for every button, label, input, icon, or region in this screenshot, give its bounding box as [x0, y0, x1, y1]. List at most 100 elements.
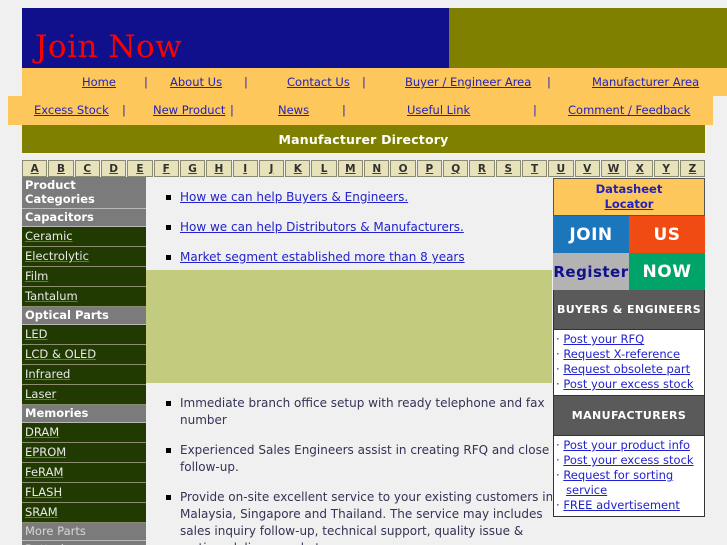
buyer-link[interactable]: · Request obsolete part	[556, 362, 702, 377]
alpha-index-k[interactable]: K	[285, 160, 311, 177]
category-item-ceramic[interactable]: Ceramic	[22, 227, 146, 247]
alpha-index-c[interactable]: C	[74, 160, 100, 177]
nav-link-home[interactable]: Home	[82, 75, 116, 89]
alpha-index-m[interactable]: M	[337, 160, 364, 177]
manufacturer-link-label: Post your product info	[563, 438, 690, 452]
category-group-memories: Memories	[22, 405, 146, 423]
category-item-label: LCD & OLED	[25, 347, 97, 361]
alpha-index-y[interactable]: Y	[653, 160, 679, 177]
alpha-index-a[interactable]: A	[22, 160, 48, 177]
manufacturer-link-label: FREE advertisement	[563, 498, 680, 512]
nav-link-new-product[interactable]: New Product	[153, 103, 225, 117]
intro-link[interactable]: How we can help Distributors & Manufactu…	[180, 220, 464, 234]
alpha-index-q[interactable]: Q	[443, 160, 469, 177]
buyers-engineers-header: BUYERS & ENGINEERS	[553, 290, 705, 329]
category-item-lcd-oled[interactable]: LCD & OLED	[22, 345, 146, 365]
alpha-index-b[interactable]: B	[48, 160, 74, 177]
alpha-index-v[interactable]: V	[574, 160, 600, 177]
now-badge[interactable]: NOW	[629, 253, 705, 290]
category-item-label: EPROM	[25, 445, 67, 459]
alphabet-index-bar: ABCDEFGHIJKLMNOPQRSTUVWXYZ	[22, 160, 706, 177]
join-us-badge-row: JOIN US	[553, 216, 705, 253]
datasheet-locator-button[interactable]: Datasheet Locator	[553, 178, 705, 216]
nav-link-about-us[interactable]: About Us	[170, 75, 222, 89]
alpha-index-z[interactable]: Z	[679, 160, 706, 177]
category-item-flash[interactable]: FLASH	[22, 483, 146, 503]
category-group-batteries[interactable]: Batteries	[22, 541, 146, 545]
alpha-index-w[interactable]: W	[600, 160, 627, 177]
nav-link-contact-us[interactable]: Contact Us	[287, 75, 350, 89]
alpha-index-j[interactable]: J	[258, 160, 285, 177]
nav-link-comment-feedback[interactable]: Comment / Feedback	[568, 103, 690, 117]
alpha-index-s[interactable]: S	[495, 160, 521, 177]
category-item-electrolytic[interactable]: Electrolytic	[22, 247, 146, 267]
secondary-nav-bar: Excess Stock | New Product | News | Usef…	[8, 96, 713, 125]
category-item-label: SRAM	[25, 505, 58, 519]
buyers-engineers-links: · Post your RFQ · Request X-reference · …	[553, 329, 705, 396]
alpha-index-l[interactable]: L	[311, 160, 337, 177]
category-item-eprom[interactable]: EPROM	[22, 443, 146, 463]
category-group-more-parts[interactable]: More Parts	[22, 523, 146, 541]
alpha-index-o[interactable]: O	[390, 160, 416, 177]
page-root: Join Now Home | About Us | Contact Us | …	[0, 0, 727, 545]
category-item-film[interactable]: Film	[22, 267, 146, 287]
page-title: Manufacturer Directory	[22, 125, 705, 153]
intro-link-list: How we can help Buyers & Engineers. How w…	[158, 189, 548, 279]
register-badge[interactable]: Register	[553, 253, 629, 290]
nav-separator: |	[122, 103, 126, 117]
main-content: How we can help Buyers & Engineers. How w…	[146, 177, 552, 545]
sidebar-title-line1: Product	[25, 178, 76, 192]
buyer-link-label: Request obsolete part	[563, 362, 691, 376]
right-sidebar: Datasheet Locator JOIN US Register NOW B…	[553, 178, 705, 517]
nav-link-buyer-engineer-area[interactable]: Buyer / Engineer Area	[405, 75, 531, 89]
alpha-index-n[interactable]: N	[364, 160, 390, 177]
category-item-laser[interactable]: Laser	[22, 385, 146, 405]
manufacturers-header: MANUFACTURERS	[553, 396, 705, 435]
category-item-dram[interactable]: DRAM	[22, 423, 146, 443]
intro-link[interactable]: Market segment established more than 8 y…	[180, 250, 465, 264]
alpha-index-t[interactable]: T	[521, 160, 548, 177]
nav-link-excess-stock[interactable]: Excess Stock	[34, 103, 109, 117]
category-item-label: Laser	[25, 387, 57, 401]
category-item-label: Infrared	[25, 367, 71, 381]
manufacturer-link-label: Post your excess stock	[563, 453, 694, 467]
list-item: Experienced Sales Engineers assist in cr…	[158, 442, 552, 476]
product-categories-sidebar: Product Categories Capacitors Ceramic Electr…	[22, 177, 146, 545]
nav-link-manufacturer-area[interactable]: Manufacturer Area	[592, 75, 699, 89]
alpha-index-r[interactable]: R	[469, 160, 495, 177]
alpha-index-f[interactable]: F	[153, 160, 179, 177]
nav-link-useful-link[interactable]: Useful Link	[407, 103, 470, 117]
buyer-link[interactable]: · Request X-reference	[556, 347, 702, 362]
manufacturer-link[interactable]: · FREE advertisement	[556, 498, 702, 513]
manufacturer-link[interactable]: · Post your excess stock	[556, 453, 702, 468]
alpha-index-u[interactable]: U	[548, 160, 574, 177]
nav-link-news[interactable]: News	[278, 103, 309, 117]
category-item-tantalum[interactable]: Tantalum	[22, 287, 146, 307]
alpha-index-g[interactable]: G	[179, 160, 206, 177]
buyer-link[interactable]: · Post your excess stock	[556, 377, 702, 392]
category-item-label: Film	[25, 269, 49, 283]
manufacturer-link[interactable]: · Post your product info	[556, 438, 702, 453]
category-item-infrared[interactable]: Infrared	[22, 365, 146, 385]
category-item-led[interactable]: LED	[22, 325, 146, 345]
nav-separator: |	[547, 75, 551, 89]
service-feature-list: Immediate branch office setup with ready…	[158, 395, 552, 545]
intro-link[interactable]: How we can help Buyers & Engineers.	[180, 190, 408, 204]
alpha-index-e[interactable]: E	[127, 160, 153, 177]
alpha-index-i[interactable]: I	[232, 160, 258, 177]
alpha-index-x[interactable]: X	[627, 160, 653, 177]
alpha-index-h[interactable]: H	[206, 160, 232, 177]
nav-separator: |	[244, 75, 248, 89]
join-badge[interactable]: JOIN	[553, 216, 629, 253]
primary-nav-bar: Home | About Us | Contact Us | Buyer / E…	[22, 68, 727, 96]
alpha-index-d[interactable]: D	[100, 160, 127, 177]
alpha-index-p[interactable]: P	[416, 160, 442, 177]
manufacturer-link[interactable]: · Request for sorting service	[556, 468, 702, 498]
sidebar-title: Product Categories	[22, 177, 146, 209]
category-item-sram[interactable]: SRAM	[22, 503, 146, 523]
us-badge[interactable]: US	[629, 216, 705, 253]
buyer-link[interactable]: · Post your RFQ	[556, 332, 702, 347]
nav-separator: |	[533, 103, 537, 117]
category-item-label: Ceramic	[25, 229, 73, 243]
category-item-feram[interactable]: FeRAM	[22, 463, 146, 483]
